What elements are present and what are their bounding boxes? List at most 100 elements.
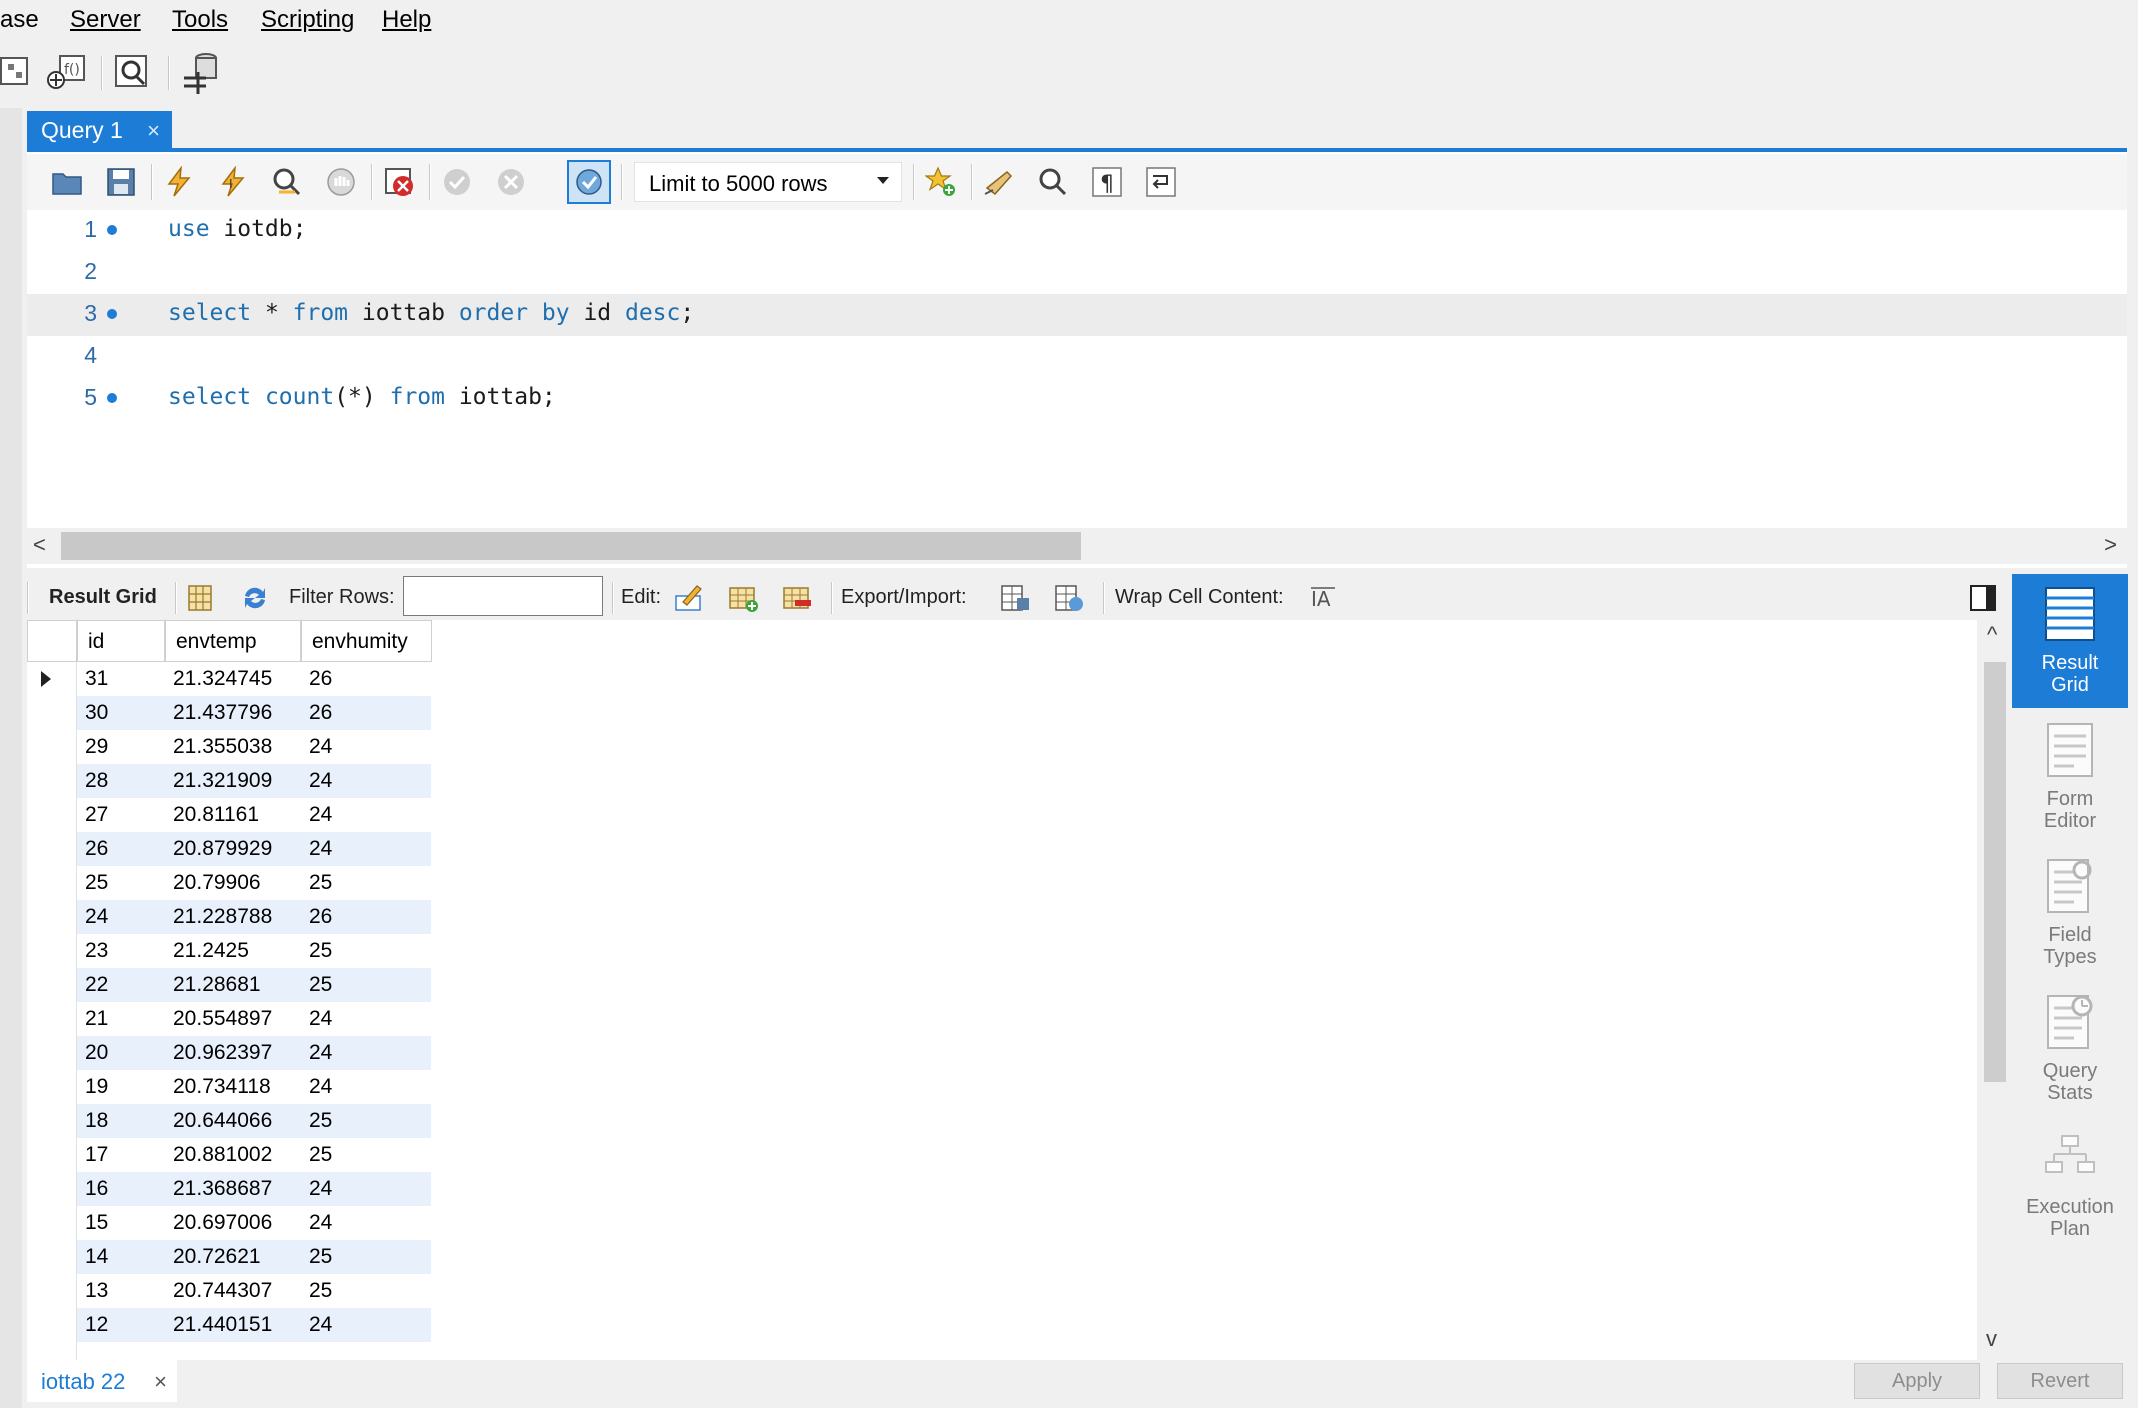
apply-button[interactable]: Apply xyxy=(1854,1363,1980,1399)
table-row[interactable]: 18 20.644066 25 xyxy=(27,1104,431,1138)
table-cell-envtemp[interactable]: 21.228788 xyxy=(165,900,301,934)
row-marker[interactable] xyxy=(27,730,77,764)
export-icon[interactable] xyxy=(999,582,1031,614)
row-marker[interactable] xyxy=(27,1308,77,1342)
menu-database[interactable]: ase xyxy=(0,6,39,34)
revert-button[interactable]: Revert xyxy=(1997,1363,2123,1399)
table-cell-envhumity[interactable]: 26 xyxy=(301,900,431,934)
commit-icon[interactable] xyxy=(441,166,473,198)
table-cell-envhumity[interactable]: 25 xyxy=(301,968,431,1002)
code-line[interactable]: 5 select count(*) from iottab; xyxy=(27,378,2127,420)
scroll-right-icon[interactable]: > xyxy=(2104,532,2117,558)
table-cell-envtemp[interactable]: 21.368687 xyxy=(165,1172,301,1206)
table-cell-envtemp[interactable]: 20.734118 xyxy=(165,1070,301,1104)
row-marker[interactable] xyxy=(27,1104,77,1138)
table-cell-envhumity[interactable]: 25 xyxy=(301,1104,431,1138)
limit-rows-select[interactable]: Limit to 5000 rows xyxy=(634,162,902,202)
table-cell-envtemp[interactable]: 21.437796 xyxy=(165,696,301,730)
table-cell-envtemp[interactable]: 20.697006 xyxy=(165,1206,301,1240)
open-folder-icon[interactable] xyxy=(51,166,83,198)
table-row[interactable]: 30 21.437796 26 xyxy=(27,696,431,730)
row-marker[interactable] xyxy=(27,1206,77,1240)
table-cell-envhumity[interactable]: 24 xyxy=(301,832,431,866)
menu-scripting[interactable]: Scripting xyxy=(261,6,354,34)
table-cell-id[interactable]: 22 xyxy=(77,968,165,1002)
code-line[interactable]: 4 xyxy=(27,336,2127,378)
side-query-stats-button[interactable]: Query Stats xyxy=(2012,982,2128,1116)
import-icon[interactable] xyxy=(1053,582,1085,614)
find-icon[interactable] xyxy=(1037,166,1069,198)
table-cell-envhumity[interactable]: 26 xyxy=(301,696,431,730)
table-cell-id[interactable]: 30 xyxy=(77,696,165,730)
table-cell-envhumity[interactable]: 24 xyxy=(301,1036,431,1070)
table-row[interactable]: 28 21.321909 24 xyxy=(27,764,431,798)
table-row[interactable]: 20 20.962397 24 xyxy=(27,1036,431,1070)
table-cell-id[interactable]: 24 xyxy=(77,900,165,934)
table-row[interactable]: 21 20.554897 24 xyxy=(27,1002,431,1036)
table-cell-envtemp[interactable]: 21.324745 xyxy=(165,662,301,696)
code-line[interactable]: 2 xyxy=(27,252,2127,294)
add-snippet-icon[interactable] xyxy=(925,166,957,198)
table-cell-id[interactable]: 18 xyxy=(77,1104,165,1138)
table-cell-id[interactable]: 12 xyxy=(77,1308,165,1342)
row-marker[interactable] xyxy=(27,1002,77,1036)
scrollbar-thumb[interactable] xyxy=(61,532,1081,560)
side-result-grid-button[interactable]: Result Grid xyxy=(2012,574,2128,708)
table-row[interactable]: 23 21.2425 25 xyxy=(27,934,431,968)
row-marker[interactable] xyxy=(27,934,77,968)
function-icon[interactable]: f() xyxy=(46,52,88,92)
table-cell-envhumity[interactable]: 24 xyxy=(301,798,431,832)
table-row[interactable]: 17 20.881002 25 xyxy=(27,1138,431,1172)
table-row[interactable]: 16 21.368687 24 xyxy=(27,1172,431,1206)
explain-icon[interactable] xyxy=(271,166,303,198)
table-cell-envtemp[interactable]: 21.2425 xyxy=(165,934,301,968)
delete-row-icon[interactable] xyxy=(781,582,813,614)
row-marker[interactable] xyxy=(27,832,77,866)
chevron-down-icon[interactable]: v xyxy=(1986,1326,1997,1352)
chevron-up-icon[interactable]: ^ xyxy=(1987,622,1997,648)
table-cell-envhumity[interactable]: 25 xyxy=(301,866,431,900)
table-cell-id[interactable]: 16 xyxy=(77,1172,165,1206)
table-cell-envhumity[interactable]: 24 xyxy=(301,1172,431,1206)
menu-help[interactable]: Help xyxy=(382,6,431,34)
table-row[interactable]: 14 20.72621 25 xyxy=(27,1240,431,1274)
row-marker[interactable] xyxy=(27,798,77,832)
execute-current-icon[interactable]: I xyxy=(217,166,249,198)
table-cell-envtemp[interactable]: 21.321909 xyxy=(165,764,301,798)
table-cell-envtemp[interactable]: 20.72621 xyxy=(165,1240,301,1274)
table-row[interactable]: 29 21.355038 24 xyxy=(27,730,431,764)
table-cell-envtemp[interactable]: 20.79906 xyxy=(165,866,301,900)
table-cell-envtemp[interactable]: 20.81161 xyxy=(165,798,301,832)
table-cell-id[interactable]: 15 xyxy=(77,1206,165,1240)
table-row[interactable]: 19 20.734118 24 xyxy=(27,1070,431,1104)
table-cell-id[interactable]: 14 xyxy=(77,1240,165,1274)
beautify-icon[interactable] xyxy=(983,166,1015,198)
table-cell-envtemp[interactable]: 21.355038 xyxy=(165,730,301,764)
stop-on-error-icon[interactable] xyxy=(383,166,415,198)
grid-columns-icon[interactable] xyxy=(185,582,217,614)
row-marker[interactable] xyxy=(27,900,77,934)
menu-tools[interactable]: Tools xyxy=(172,6,228,34)
server-connection-icon[interactable] xyxy=(180,50,224,94)
wrap-lines-icon[interactable] xyxy=(1145,166,1177,198)
row-marker[interactable] xyxy=(27,1138,77,1172)
table-cell-envtemp[interactable]: 20.881002 xyxy=(165,1138,301,1172)
table-cell-envhumity[interactable]: 25 xyxy=(301,1138,431,1172)
table-cell-id[interactable]: 27 xyxy=(77,798,165,832)
row-marker[interactable] xyxy=(27,1274,77,1308)
table-row[interactable]: 27 20.81161 24 xyxy=(27,798,431,832)
table-cell-id[interactable]: 23 xyxy=(77,934,165,968)
table-cell-id[interactable]: 21 xyxy=(77,1002,165,1036)
table-cell-envhumity[interactable]: 25 xyxy=(301,1240,431,1274)
autocommit-toggle-icon[interactable] xyxy=(567,160,611,204)
table-cell-id[interactable]: 28 xyxy=(77,764,165,798)
side-form-editor-button[interactable]: Form Editor xyxy=(2012,710,2128,844)
grid-vertical-scrollbar[interactable]: ^ v xyxy=(1978,620,2012,1360)
execute-icon[interactable] xyxy=(163,166,195,198)
code-line[interactable]: 1 use iotdb; xyxy=(27,210,2127,252)
table-row[interactable]: 31 21.324745 26 xyxy=(27,662,431,696)
row-marker[interactable] xyxy=(27,1172,77,1206)
toggle-panel-icon[interactable] xyxy=(1967,582,1999,614)
add-row-icon[interactable] xyxy=(727,582,759,614)
filter-rows-input[interactable] xyxy=(403,576,603,616)
